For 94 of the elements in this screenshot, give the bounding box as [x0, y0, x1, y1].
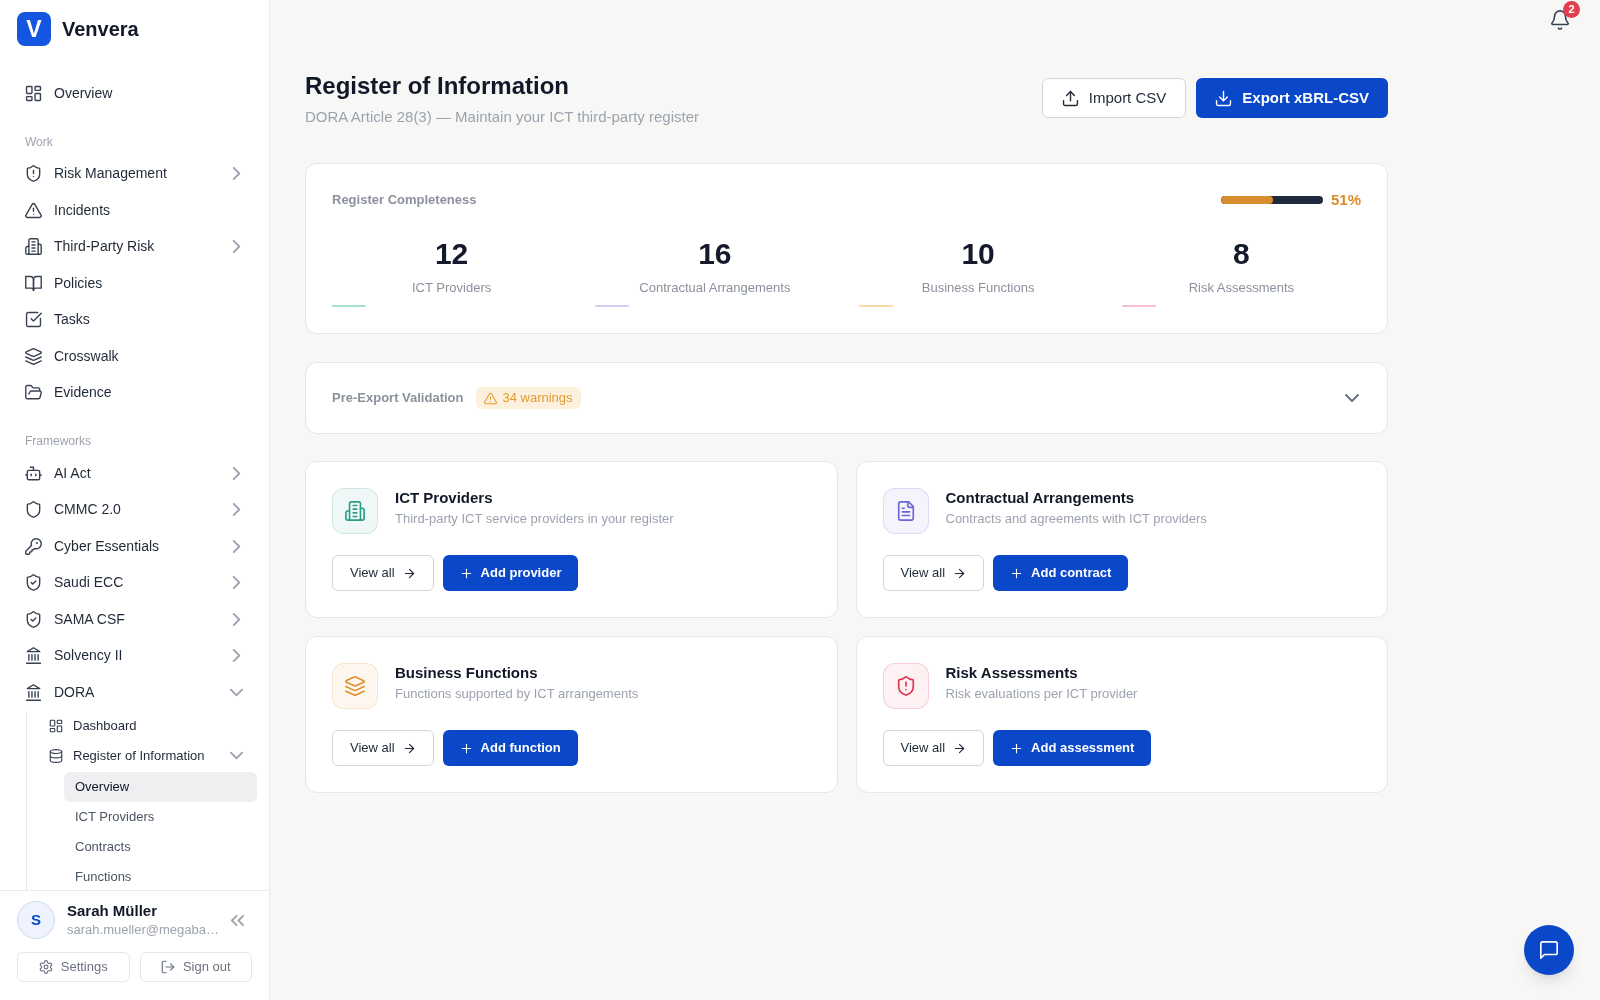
stat-value: 10: [960, 236, 996, 272]
stat-value: 8: [1232, 236, 1251, 272]
sidebar-item[interactable]: Incidents: [16, 192, 257, 229]
sidebar-item[interactable]: Evidence: [16, 374, 257, 411]
chat-button[interactable]: [1524, 925, 1574, 975]
shield-alert-icon: [25, 165, 42, 183]
avatar: S: [17, 901, 55, 939]
progress-reading: 51%: [1330, 189, 1361, 210]
view-all-button[interactable]: View all: [332, 730, 434, 766]
plus-icon: [459, 566, 473, 580]
import-button[interactable]: Import CSV: [1041, 78, 1187, 118]
sidebar-item[interactable]: Overview: [64, 771, 257, 802]
app-name: Venvera: [62, 17, 139, 42]
sidebar-item[interactable]: Functions: [64, 861, 257, 890]
add-button[interactable]: Add function: [442, 730, 578, 766]
sidebar-item[interactable]: Solvency II: [16, 637, 257, 674]
warning-icon: [484, 391, 498, 405]
settings-button[interactable]: Settings: [17, 952, 130, 982]
sidebar-item[interactable]: Third-Party Risk: [16, 228, 257, 265]
shield-check-icon: [25, 574, 42, 592]
card-title: Register Completeness: [332, 191, 477, 210]
add-button[interactable]: Add assessment: [993, 730, 1152, 766]
card-description: Risk evaluations per ICT provider: [945, 685, 1138, 703]
card-description: Functions supported by ICT arrangements: [395, 685, 639, 703]
settings-icon: [38, 960, 53, 974]
sign-out-icon: [160, 960, 175, 974]
sidebar-item[interactable]: CMMC 2.0: [16, 491, 257, 528]
stat-label: Contractual Arrangements: [638, 279, 792, 297]
page-title: Register of Information: [305, 71, 570, 101]
card-title: Risk Assessments: [945, 663, 1079, 683]
export-button[interactable]: Export xBRL-CSV: [1196, 78, 1388, 118]
view-all-button[interactable]: View all: [332, 555, 434, 591]
stat-value: 12: [433, 236, 470, 272]
book-icon: [25, 274, 42, 292]
sidebar-item[interactable]: Crosswalk: [16, 338, 257, 375]
add-button[interactable]: Add provider: [442, 555, 579, 591]
sidebar-item[interactable]: ICT Providers: [64, 801, 257, 832]
view-all-button[interactable]: View all: [882, 730, 985, 766]
plus-icon: [1010, 741, 1024, 755]
stat-value: 16: [697, 236, 733, 272]
sidebar-item[interactable]: Cyber Essentials: [16, 528, 257, 565]
key-icon: [25, 537, 42, 555]
shield-check-icon: [25, 610, 42, 628]
sidebar-item[interactable]: Policies: [16, 265, 257, 302]
stat-label: Risk Assessments: [1187, 279, 1296, 297]
view-all-button[interactable]: View all: [882, 555, 985, 591]
database-icon: [49, 748, 63, 763]
sign-out-button[interactable]: Sign out: [139, 952, 252, 982]
panel-title: Pre-Export Validation: [332, 389, 464, 408]
sidebar-item[interactable]: Saudi ECC: [16, 564, 257, 601]
bank-icon: [25, 683, 42, 701]
sidebar-item[interactable]: DORA: [16, 674, 257, 711]
stat-label: ICT Providers: [411, 279, 493, 297]
card-title: ICT Providers: [395, 488, 494, 508]
double-chevron-left-icon[interactable]: [231, 913, 244, 927]
user-email: sarah.mueller@megaba…: [67, 921, 219, 939]
sidebar-item[interactable]: Overview: [16, 75, 257, 112]
building-icon: [25, 238, 42, 256]
download-icon: [1215, 89, 1233, 107]
chevron-down-icon[interactable]: [1345, 391, 1359, 405]
warning-count: 34 warnings: [502, 389, 573, 408]
card-description: Third-party ICT service providers in your register: [395, 510, 674, 528]
folder-icon: [25, 384, 42, 402]
layers-icon: [25, 347, 42, 365]
dashboard-icon: [25, 84, 42, 102]
page-subtitle: DORA Article 28(3) — Maintain your ICT third-party register: [305, 107, 700, 127]
add-button[interactable]: Add contract: [993, 555, 1129, 591]
sidebar-item[interactable]: Tasks: [16, 301, 257, 338]
sidebar-item[interactable]: Register of Information: [39, 740, 257, 771]
bell-icon: [1550, 10, 1570, 30]
sidebar-item[interactable]: SAMA CSF: [16, 601, 257, 638]
logo-mark: V: [17, 12, 51, 46]
upload-icon: [1061, 89, 1079, 107]
plus-icon: [1010, 566, 1024, 580]
robot-icon: [25, 464, 42, 482]
stat-label: Business Functions: [920, 279, 1036, 297]
bank-icon: [25, 647, 42, 665]
plus-icon: [459, 741, 473, 755]
user-name: Sarah Müller: [67, 901, 159, 921]
card-title: Business Functions: [395, 663, 539, 683]
card-description: Contracts and agreements with ICT providers: [945, 510, 1207, 528]
section-heading: Frameworks: [24, 433, 92, 450]
check-square-icon: [25, 311, 42, 329]
sidebar-item[interactable]: Dashboard: [39, 710, 257, 741]
section-heading: Work: [24, 133, 54, 151]
card-title: Contractual Arrangements: [945, 488, 1136, 508]
sidebar-item[interactable]: Risk Management: [16, 155, 257, 192]
notification-count: 2: [1563, 1, 1580, 18]
sidebar-item[interactable]: AI Act: [16, 455, 257, 492]
chat-icon: [1539, 940, 1559, 960]
warning-icon: [25, 201, 42, 219]
sidebar-item[interactable]: Contracts: [64, 831, 257, 862]
shield-icon: [25, 501, 42, 519]
dashboard-icon: [49, 718, 63, 733]
